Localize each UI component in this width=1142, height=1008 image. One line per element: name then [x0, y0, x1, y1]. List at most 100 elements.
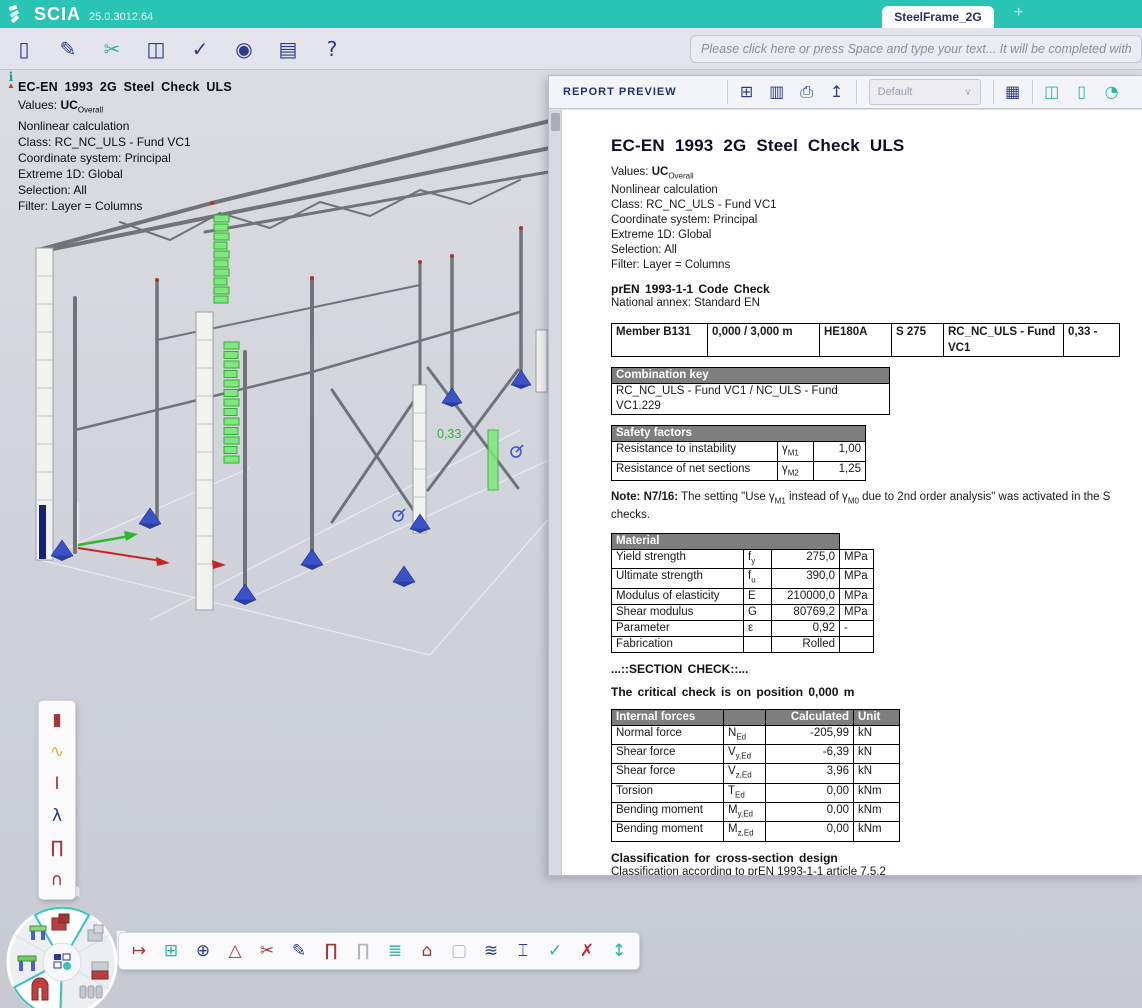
main-toolbar-icons: ▯ ✎ ✂ ◫ ✓ ◉ ▤?: [0, 34, 348, 64]
workstation-wheel-menu[interactable]: [4, 898, 124, 1008]
result-legend: EC-EN 1993 2G Steel Check ULS Values: UC…: [18, 80, 232, 214]
report-info-line: Class: RC_NC_ULS - Fund VC1: [611, 198, 1142, 213]
portal-frame-icon[interactable]: ∏: [317, 936, 345, 966]
single-page-icon[interactable]: ▯: [1069, 79, 1095, 105]
validate-check-icon[interactable]: ✓: [541, 936, 569, 966]
member-summary-table: Member B1310,000 / 3,000 mHE180AS 275RC_…: [611, 323, 1120, 357]
table-row: FabricationRolled: [612, 636, 874, 652]
report-info-line: Selection: All: [611, 243, 1142, 258]
table-title: Combination key: [612, 368, 890, 384]
check-model-icon[interactable]: ✓: [184, 34, 216, 64]
modify-toolbar: ↦⊞⊕△✂✎∏∏≣⌂▢≋⌶✓✗↕: [118, 932, 640, 970]
zoom-percent-icon[interactable]: ◔: [1099, 79, 1125, 105]
chevron-down-icon: ∨: [964, 87, 971, 98]
table-row: Shear modulusG80769,2MPa: [612, 604, 874, 620]
paintbrush-format-icon[interactable]: ✎: [285, 936, 313, 966]
report-info-line: Nonlinear calculation: [611, 183, 1142, 198]
view-icon[interactable]: ◉: [228, 34, 260, 64]
app-version: 25.0.3012.64: [89, 11, 153, 23]
table-row: TorsionTEd0,00kNm: [612, 783, 900, 802]
project-tab[interactable]: SteelFrame_2G: [882, 6, 994, 28]
steel-check-toolbar: ▮∿Iλ∏∩: [38, 700, 76, 900]
new-project-icon[interactable]: ▯: [8, 34, 40, 64]
check-result-label: 0,33: [437, 427, 461, 441]
tools-icon[interactable]: ✂: [96, 34, 128, 64]
classification-title: Classification for cross-section design: [611, 851, 1142, 865]
report-contents-icon[interactable]: ▦: [1000, 79, 1026, 105]
report-info-line: Coordinate system: Principal: [611, 213, 1142, 228]
steel-section-check-icon[interactable]: I: [42, 769, 72, 799]
frame-buckling-icon[interactable]: ∏: [42, 833, 72, 863]
table-row: Shear forceVz,Ed3,96kN: [612, 764, 900, 783]
titlebar: SCIA 25.0.3012.64 SteelFrame_2G +: [0, 0, 1142, 28]
table-header-row: Internal forcesCalculatedUnit: [612, 709, 900, 725]
edit-project-icon[interactable]: ✎: [52, 34, 84, 64]
table-row: Normal forceNEd-205,99kN: [612, 725, 900, 744]
steel-member-settings-icon[interactable]: ▮: [42, 705, 72, 735]
note-paragraph: Note: N7/16: The setting "Use γM1 instea…: [611, 490, 1142, 523]
internal-forces-table: Internal forcesCalculatedUnitNormal forc…: [611, 709, 900, 842]
portal-frame-disabled-icon[interactable]: ∏: [349, 936, 377, 966]
arch-check-icon[interactable]: ∩: [42, 865, 72, 895]
report-scrollbar[interactable]: [549, 110, 562, 876]
export-report-icon[interactable]: ↥: [824, 79, 850, 105]
command-search-input[interactable]: [690, 35, 1142, 63]
code-check-title: prEN 1993-1-1 Code Check: [611, 282, 1142, 296]
legend-title: EC-EN 1993 2G Steel Check ULS: [18, 80, 232, 94]
national-annex-line: National annex: Standard EN: [611, 296, 1142, 311]
table-row: Modulus of elasticityE210000,0MPa: [612, 588, 874, 604]
report-template-dropdown[interactable]: Default ∨: [869, 79, 981, 105]
main-toolbar: ▯ ✎ ✂ ◫ ✓ ◉ ▤?: [0, 28, 1142, 70]
table-title: Safety factors: [612, 426, 866, 442]
structure-model-icon[interactable]: ◫: [140, 34, 172, 64]
legend-line: Selection: All: [18, 182, 232, 198]
layers-stack-icon[interactable]: ≋: [477, 936, 505, 966]
report-preview-header: REPORT PREVIEW ⊞▥⎙↥ Default ∨ ▦ ◫▯◔: [549, 76, 1142, 109]
report-scrollbar-thumb[interactable]: [551, 113, 560, 131]
page-layout-icon[interactable]: ◫: [1039, 79, 1065, 105]
regenerate-report-icon[interactable]: ⊞: [734, 79, 760, 105]
delete-table-icon[interactable]: ✗: [573, 936, 601, 966]
selected-member-highlight: [39, 505, 46, 559]
table-row: Member B1310,000 / 3,000 mHE180AS 275RC_…: [612, 324, 1120, 357]
new-tab-button[interactable]: +: [1014, 4, 1023, 22]
legend-info-icon: i▲: [4, 72, 18, 90]
add-member-icon[interactable]: ⊞: [157, 936, 185, 966]
table-row: Parameterε0,92-: [612, 620, 874, 636]
move-member-icon[interactable]: ↦: [125, 936, 153, 966]
legend-line: Nonlinear calculation: [18, 118, 232, 134]
report-preview-title: REPORT PREVIEW: [549, 86, 721, 98]
select-region-icon[interactable]: ▢: [445, 936, 473, 966]
trim-member-icon[interactable]: ✂: [253, 936, 281, 966]
legend-values-line: Values: UCOverall: [18, 97, 232, 118]
library-book-icon[interactable]: ▤: [272, 34, 304, 64]
legend-line: Coordinate system: Principal: [18, 150, 232, 166]
table-row: Ultimate strengthfu390,0MPa: [612, 569, 874, 588]
table-layers-icon[interactable]: ≣: [381, 936, 409, 966]
support-icons: [51, 370, 531, 605]
table-row: Resistance of net sectionsγM21,25: [612, 461, 866, 480]
axis-info-icon[interactable]: ↕: [605, 936, 633, 966]
brand-name: SCIA: [34, 4, 81, 25]
text-cursor-icon[interactable]: ⌶: [509, 936, 537, 966]
report-page: EC-EN 1993 2G Steel Check ULS Values: UC…: [562, 110, 1142, 876]
legend-line: Extreme 1D: Global: [18, 166, 232, 182]
slenderness-lambda-icon[interactable]: λ: [42, 801, 72, 831]
insert-node-icon[interactable]: ⊕: [189, 936, 217, 966]
table-row: Bending momentMy,Ed0,00kNm: [612, 802, 900, 821]
frame-outline-icon[interactable]: ⌂: [413, 936, 441, 966]
report-template-value: Default: [878, 86, 913, 98]
table-row: RC_NC_ULS - Fund VC1 / NC_ULS - Fund VC1…: [612, 384, 890, 415]
table-row: Shear forceVy,Ed-6,39kN: [612, 745, 900, 764]
scia-logo-icon: [8, 4, 28, 24]
project-tab-label: SteelFrame_2G: [894, 10, 981, 24]
print-icon[interactable]: ⎙: [794, 79, 820, 105]
help-question-icon[interactable]: ?: [316, 34, 348, 64]
mirror-icon[interactable]: △: [221, 936, 249, 966]
safety-factors-table: Safety factors Resistance to instability…: [611, 425, 866, 481]
report-body: EC-EN 1993 2G Steel Check ULS Values: UC…: [549, 110, 1142, 876]
deformed-member-icon[interactable]: ∿: [42, 737, 72, 767]
engineering-report-icon[interactable]: ▥: [764, 79, 790, 105]
table-row: Bending momentMz,Ed0,00kNm: [612, 822, 900, 841]
classification-line: Classification according to prEN 1993-1-…: [611, 865, 1142, 876]
